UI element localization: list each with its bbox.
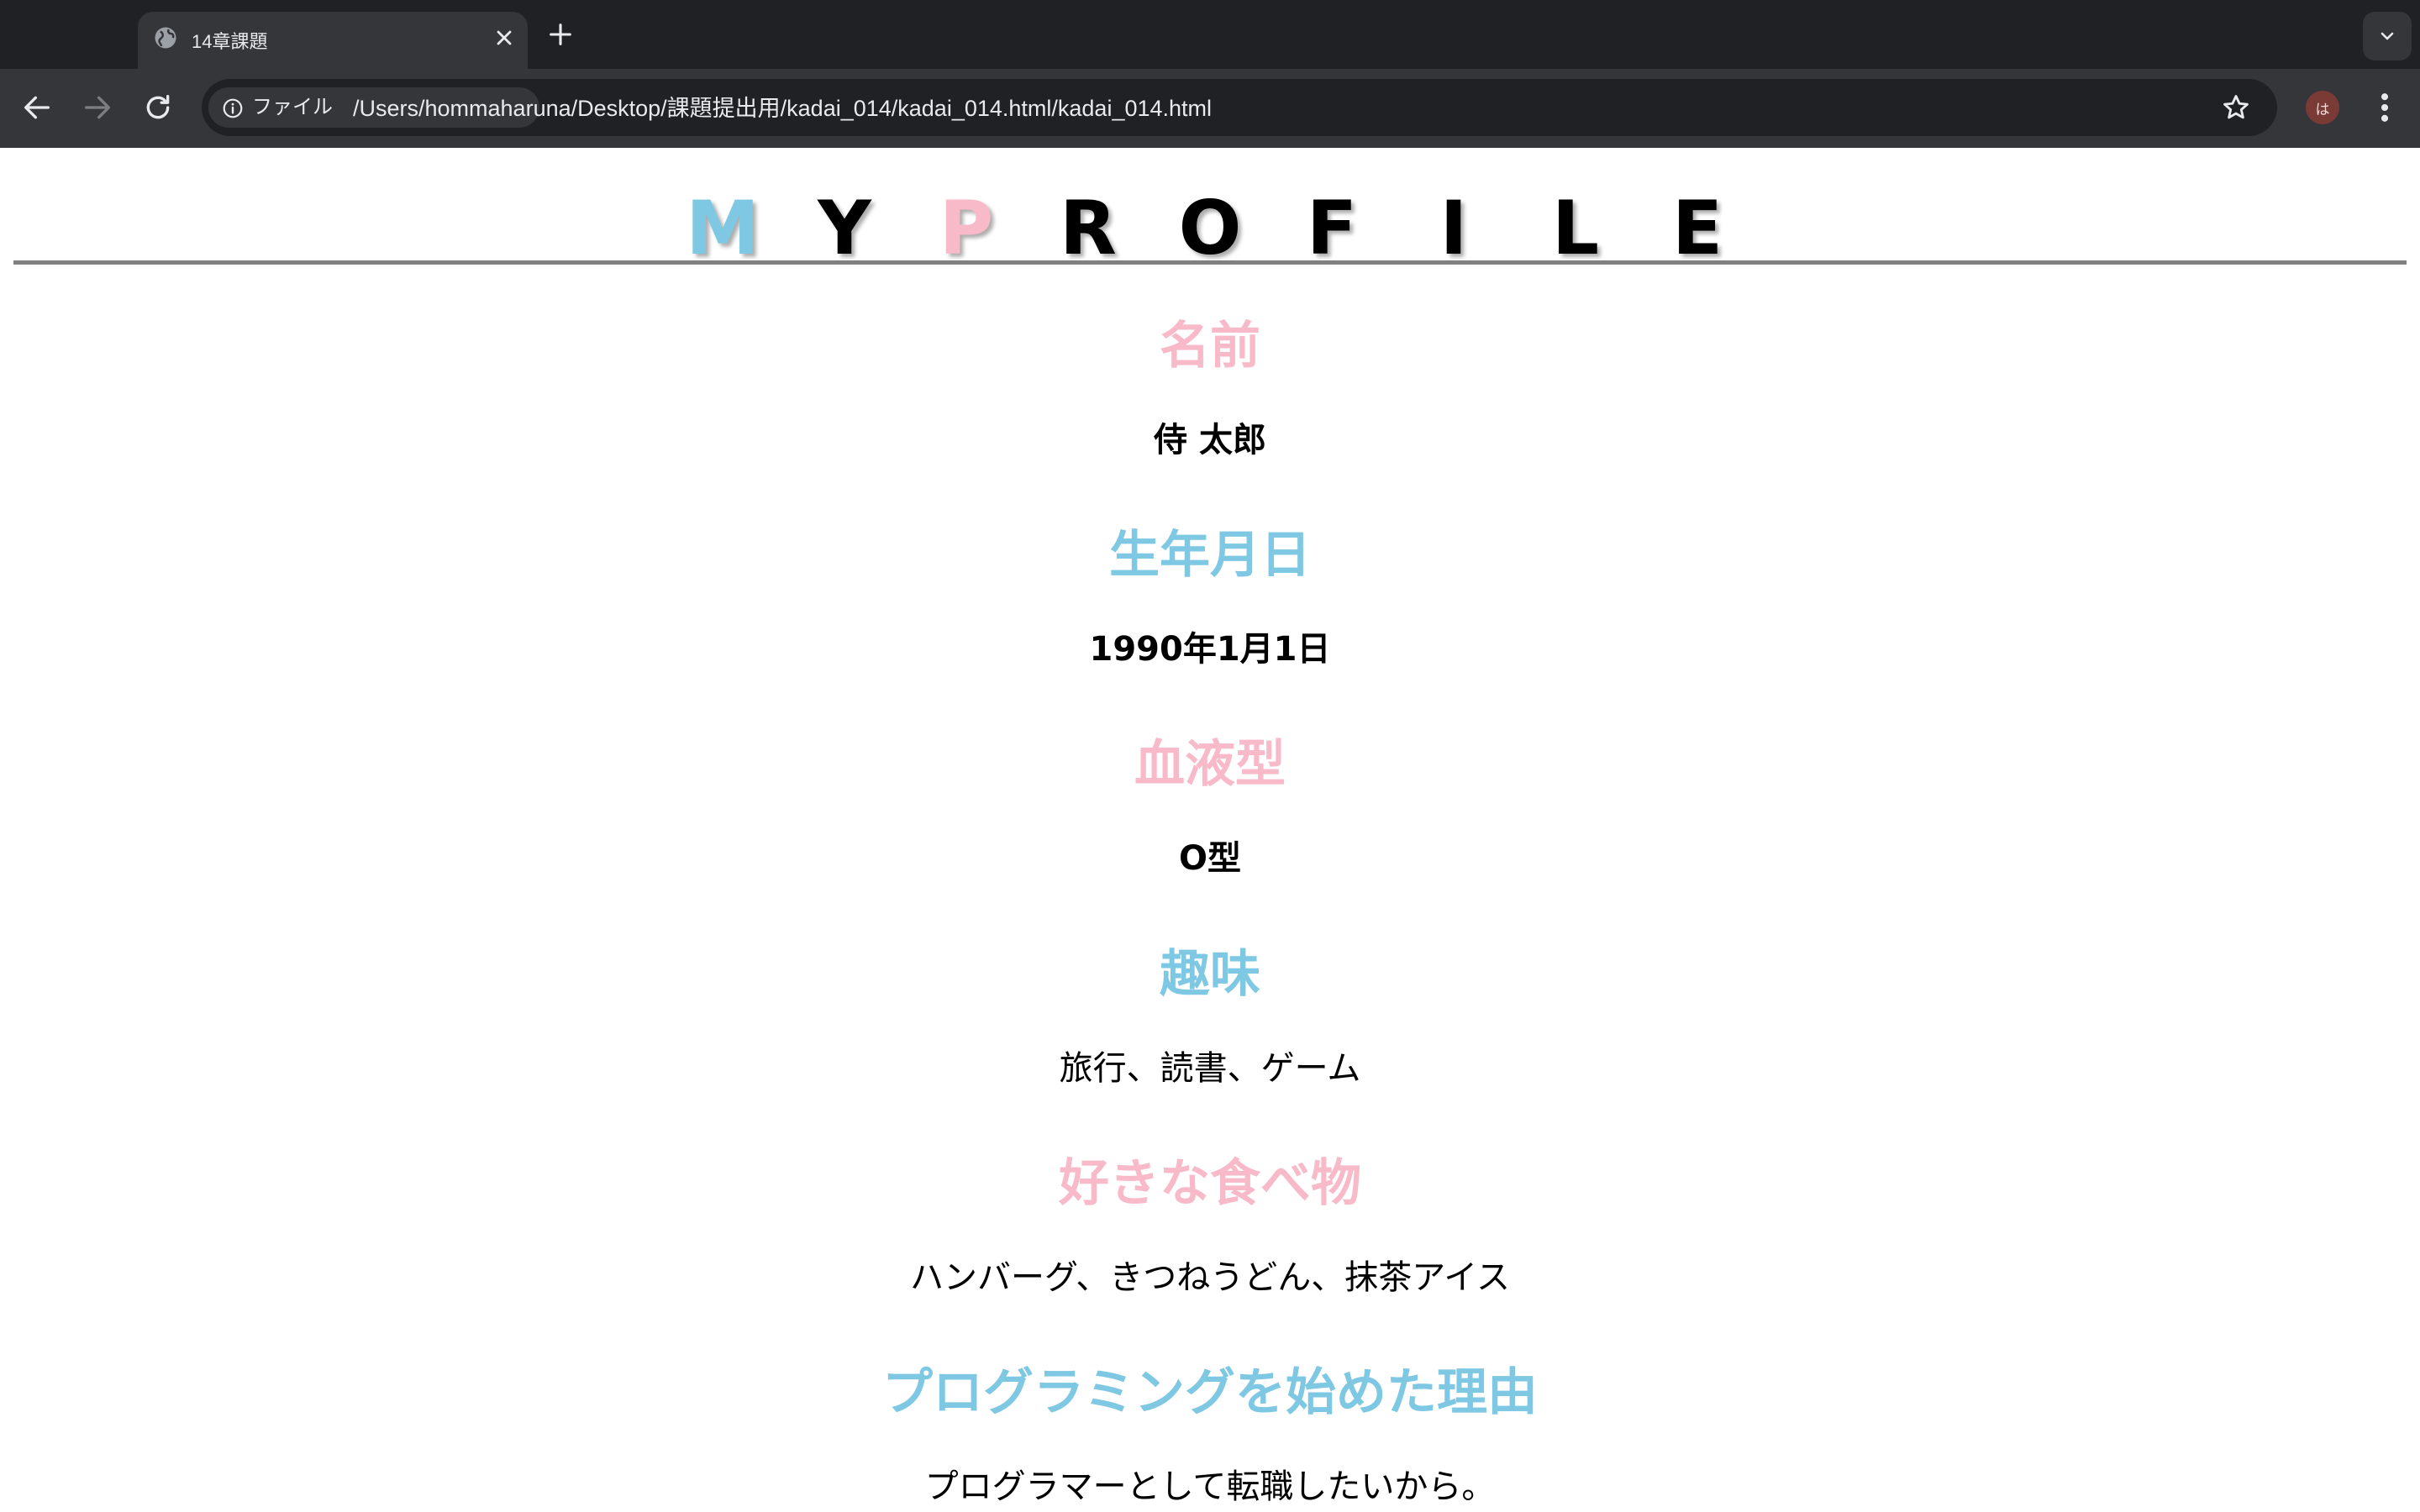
section-heading: 血液型 [1134,735,1286,794]
new-tab-icon[interactable] [546,20,575,49]
close-tab-icon[interactable] [492,26,516,50]
globe-icon [155,27,176,49]
url-text[interactable]: /Users/hommaharuna/Desktop/課題提出用/kadai_0… [353,96,1212,121]
section-name: 名前 侍 太郎 [0,312,2420,465]
browser-toolbar: ファイル /Users/hommaharuna/Desktop/課題提出用/ka… [0,69,2420,148]
reload-icon[interactable] [141,91,175,124]
section-favorite-food: 好きな食べ物 ハンバーグ、きつねうどん、抹茶アイス [0,1150,2420,1303]
section-heading: 名前 [1160,317,1260,375]
section-birthday: 生年月日 1990年1月1日 [0,522,2420,675]
section-heading: 趣味 [1160,945,1260,1004]
tab-title: 14章課題 [192,31,268,52]
profile-avatar[interactable]: は [2306,91,2339,124]
info-icon [223,98,243,118]
section-heading: 生年月日 [1109,526,1311,585]
section-hobby: 趣味 旅行、読書、ゲーム [0,941,2420,1094]
site-info-label: ファイル [252,96,333,118]
section-blood-type: 血液型 O型 [0,731,2420,884]
back-arrow-icon[interactable] [20,91,54,124]
tab-search-button[interactable] [2363,12,2412,60]
more-menu-icon[interactable] [2370,89,2400,126]
section-value: 1990年1月1日 [1089,630,1331,669]
chevron-down-icon [2381,32,2394,40]
section-heading: 好きな食べ物 [1059,1154,1361,1213]
section-value: 旅行、読書、ゲーム [1059,1049,1361,1088]
section-value: O型 [1178,839,1241,878]
section-programming-reason: プログラミングを始めた理由 プログラマーとして転職したいから。 [0,1359,2420,1512]
page-content: MYPROFILE 名前 侍 太郎 生年月日 1990年1月1日 血液型 O型 … [0,148,2420,1512]
address-bar[interactable]: ファイル /Users/hommaharuna/Desktop/課題提出用/ka… [202,79,2277,136]
forward-arrow-icon[interactable] [81,91,114,124]
header-divider [13,260,2407,265]
section-value: プログラマーとして転職したいから。 [924,1467,1496,1506]
section-value: ハンバーグ、きつねうどん、抹茶アイス [910,1258,1510,1297]
section-heading: プログラミングを始めた理由 [882,1363,1538,1422]
tab-strip: 14章課題 [0,0,2420,69]
bookmark-star-icon[interactable] [2220,92,2252,123]
section-value: 侍 太郎 [1154,421,1266,459]
browser-tab[interactable]: 14章課題 [138,12,528,69]
